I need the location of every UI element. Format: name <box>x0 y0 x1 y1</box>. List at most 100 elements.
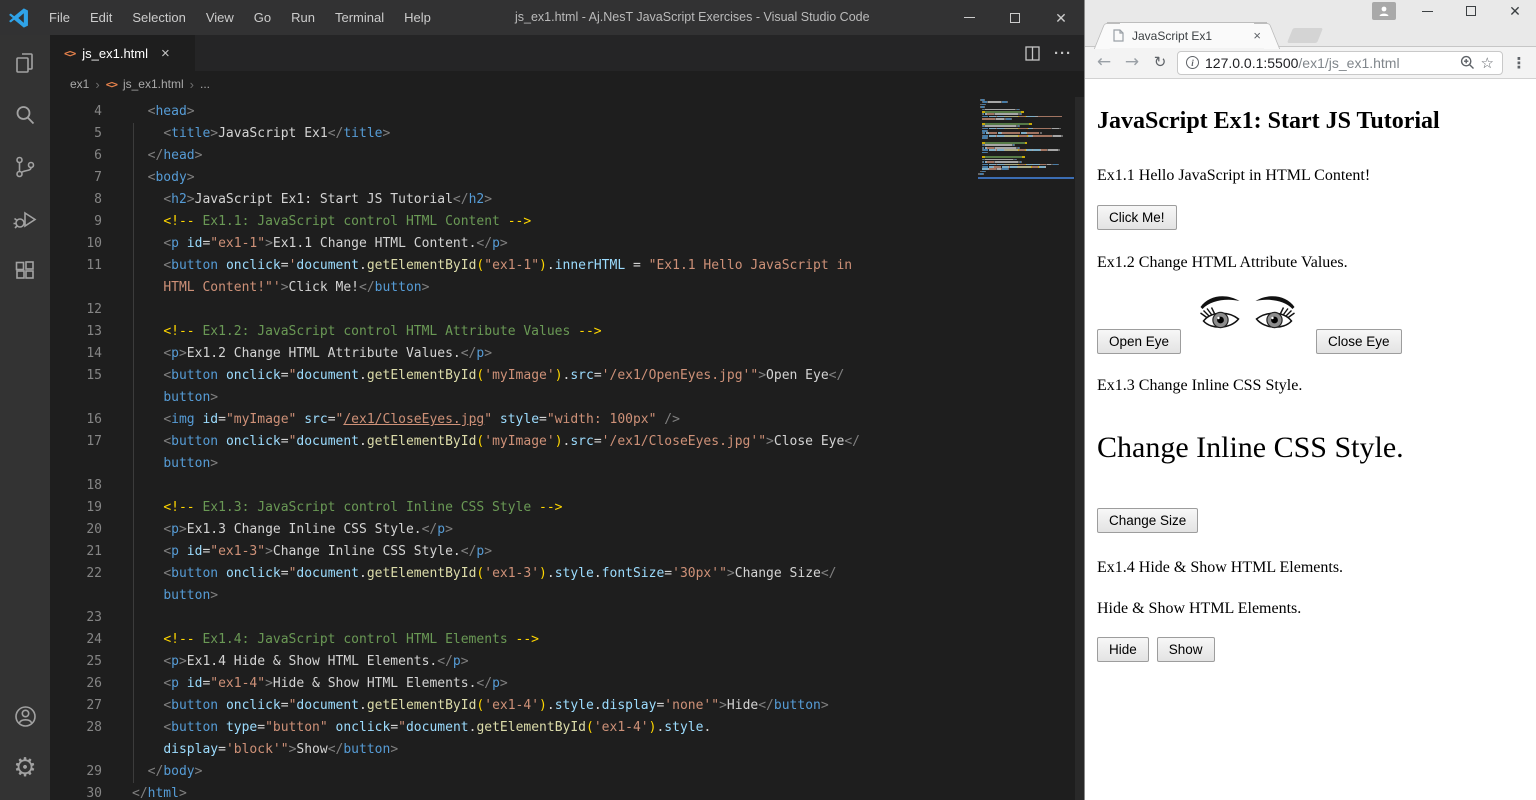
back-icon[interactable]: ← <box>1093 54 1115 71</box>
chrome-minimize-button[interactable] <box>1405 0 1449 22</box>
code-row[interactable]: 22 <button onclick="document.getElementB… <box>50 563 1084 585</box>
explorer-icon[interactable] <box>0 39 50 87</box>
code-row[interactable]: 16 <img id="myImage" src="/ex1/CloseEyes… <box>50 409 1084 431</box>
browser-tab[interactable]: JavaScript Ex1 × <box>1107 22 1267 48</box>
editor-scrollbar[interactable] <box>1075 97 1084 800</box>
code-row[interactable]: display='block'">Show</button> <box>50 739 1084 761</box>
code-row[interactable]: 6 </head> <box>50 145 1084 167</box>
html-file-icon: <> <box>106 78 117 91</box>
url-path: /ex1/js_ex1.html <box>1298 55 1399 71</box>
code-row[interactable]: 8 <h2>JavaScript Ex1: Start JS Tutorial<… <box>50 189 1084 211</box>
hide-button[interactable]: Hide <box>1097 637 1149 662</box>
menu-help[interactable]: Help <box>395 0 440 35</box>
maximize-icon <box>1010 13 1020 23</box>
vscode-editor-group: <> js_ex1.html × ··· ex1 › <> js_ex1.htm… <box>50 35 1084 800</box>
code-row[interactable]: 7 <body> <box>50 167 1084 189</box>
code-row[interactable]: 19 <!-- Ex1.3: JavaScript control Inline… <box>50 497 1084 519</box>
code-row[interactable]: 28 <button type="button" onclick="docume… <box>50 717 1084 739</box>
minimap-viewport-rule <box>978 177 1074 179</box>
menu-view[interactable]: View <box>197 0 243 35</box>
menu-run[interactable]: Run <box>282 0 324 35</box>
settings-gear-icon[interactable]: ⚙ <box>0 744 50 792</box>
breadcrumb-symbol[interactable]: ... <box>200 77 210 91</box>
forward-icon[interactable]: → <box>1121 54 1143 71</box>
run-debug-icon[interactable] <box>0 195 50 243</box>
menu-terminal[interactable]: Terminal <box>326 0 393 35</box>
code-row[interactable]: 29 </body> <box>50 761 1084 783</box>
code-row[interactable]: 12 <box>50 299 1084 321</box>
minimap[interactable] <box>978 99 1076 176</box>
breadcrumb-file[interactable]: js_ex1.html <box>123 77 184 91</box>
code-row[interactable]: 15 <button onclick="document.getElementB… <box>50 365 1084 387</box>
code-row[interactable]: 17 <button onclick="document.getElementB… <box>50 431 1084 453</box>
screenshot-root: File Edit Selection View Go Run Terminal… <box>0 0 1536 800</box>
address-bar[interactable]: i 127.0.0.1:5500/ex1/js_ex1.html ☆ <box>1177 51 1503 75</box>
extensions-icon[interactable] <box>0 247 50 295</box>
code-row[interactable]: 9 <!-- Ex1.1: JavaScript control HTML Co… <box>50 211 1084 233</box>
line-number: 10 <box>50 233 102 255</box>
line-number: 4 <box>50 101 102 123</box>
profile-avatar-button[interactable] <box>1372 2 1396 20</box>
code-row[interactable]: button> <box>50 387 1084 409</box>
split-editor-icon[interactable] <box>1025 46 1040 61</box>
url-text[interactable]: 127.0.0.1:5500/ex1/js_ex1.html <box>1205 55 1454 71</box>
code-row[interactable]: 13 <!-- Ex1.2: JavaScript control HTML A… <box>50 321 1084 343</box>
code-row[interactable]: 20 <p>Ex1.3 Change Inline CSS Style.</p> <box>50 519 1084 541</box>
line-number: 17 <box>50 431 102 453</box>
close-eye-button[interactable]: Close Eye <box>1316 329 1402 354</box>
code-row[interactable]: 4 <head> <box>50 101 1084 123</box>
chrome-maximize-button[interactable] <box>1449 0 1493 22</box>
code-row[interactable]: 14 <p>Ex1.2 Change HTML Attribute Values… <box>50 343 1084 365</box>
code-row[interactable]: 5 <title>JavaScript Ex1</title> <box>50 123 1084 145</box>
vscode-activity-bar: ⚙ <box>0 35 50 800</box>
line-number: 26 <box>50 673 102 695</box>
reload-icon[interactable]: ↻ <box>1149 54 1171 71</box>
menu-selection[interactable]: Selection <box>123 0 194 35</box>
vscode-minimize-button[interactable] <box>946 0 992 35</box>
code-row[interactable]: 27 <button onclick="document.getElementB… <box>50 695 1084 717</box>
code-row[interactable]: 26 <p id="ex1-4">Hide & Show HTML Elemen… <box>50 673 1084 695</box>
vscode-maximize-button[interactable] <box>992 0 1038 35</box>
tab-close-icon[interactable]: × <box>161 45 170 62</box>
bookmark-star-icon[interactable]: ☆ <box>1481 54 1494 72</box>
line-number: 27 <box>50 695 102 717</box>
vscode-close-button[interactable]: ✕ <box>1038 0 1084 35</box>
code-row[interactable]: HTML Content!"'>Click Me!</button> <box>50 277 1084 299</box>
paragraph-ex1-4: Ex1.4 Hide & Show HTML Elements. <box>1097 557 1525 578</box>
tab-js-ex1-html[interactable]: <> js_ex1.html × <box>50 35 195 71</box>
code-row[interactable]: button> <box>50 453 1084 475</box>
chevron-right-icon: › <box>95 77 99 92</box>
new-tab-button[interactable] <box>1287 28 1323 43</box>
code-row[interactable]: 18 <box>50 475 1084 497</box>
menu-file[interactable]: File <box>40 0 79 35</box>
code-row[interactable]: 10 <p id="ex1-1">Ex1.1 Change HTML Conte… <box>50 233 1084 255</box>
open-eye-button[interactable]: Open Eye <box>1097 329 1181 354</box>
zoom-icon[interactable] <box>1460 55 1475 70</box>
code-row[interactable]: 25 <p>Ex1.4 Hide & Show HTML Elements.</… <box>50 651 1084 673</box>
code-row[interactable]: 21 <p id="ex1-3">Change Inline CSS Style… <box>50 541 1084 563</box>
breadcrumb-folder[interactable]: ex1 <box>70 77 89 91</box>
vscode-window-controls: ✕ <box>946 0 1084 35</box>
code-row[interactable]: 11 <button onclick='document.getElementB… <box>50 255 1084 277</box>
click-me-button[interactable]: Click Me! <box>1097 205 1177 230</box>
accounts-icon[interactable] <box>0 692 50 740</box>
line-number: 15 <box>50 365 102 387</box>
code-editor[interactable]: 4 <head>5 <title>JavaScript Ex1</title>6… <box>50 97 1084 800</box>
search-icon[interactable] <box>0 91 50 139</box>
page-info-icon[interactable]: i <box>1186 56 1199 69</box>
person-icon <box>1378 5 1390 17</box>
more-actions-icon[interactable]: ··· <box>1054 45 1072 62</box>
change-size-button[interactable]: Change Size <box>1097 508 1198 533</box>
code-row[interactable]: 24 <!-- Ex1.4: JavaScript control HTML E… <box>50 629 1084 651</box>
tab-close-icon[interactable]: × <box>1253 28 1261 43</box>
menu-go[interactable]: Go <box>245 0 280 35</box>
chrome-close-button[interactable]: ✕ <box>1493 0 1536 22</box>
chrome-menu-icon[interactable]: ⋮ <box>1509 54 1529 72</box>
source-control-icon[interactable] <box>0 143 50 191</box>
code-row[interactable]: 30</html> <box>50 783 1084 800</box>
show-button[interactable]: Show <box>1157 637 1215 662</box>
paragraph-ex1-1: Ex1.1 Hello JavaScript in HTML Content! <box>1097 165 1525 186</box>
code-row[interactable]: 23 <box>50 607 1084 629</box>
menu-edit[interactable]: Edit <box>81 0 121 35</box>
code-row[interactable]: button> <box>50 585 1084 607</box>
